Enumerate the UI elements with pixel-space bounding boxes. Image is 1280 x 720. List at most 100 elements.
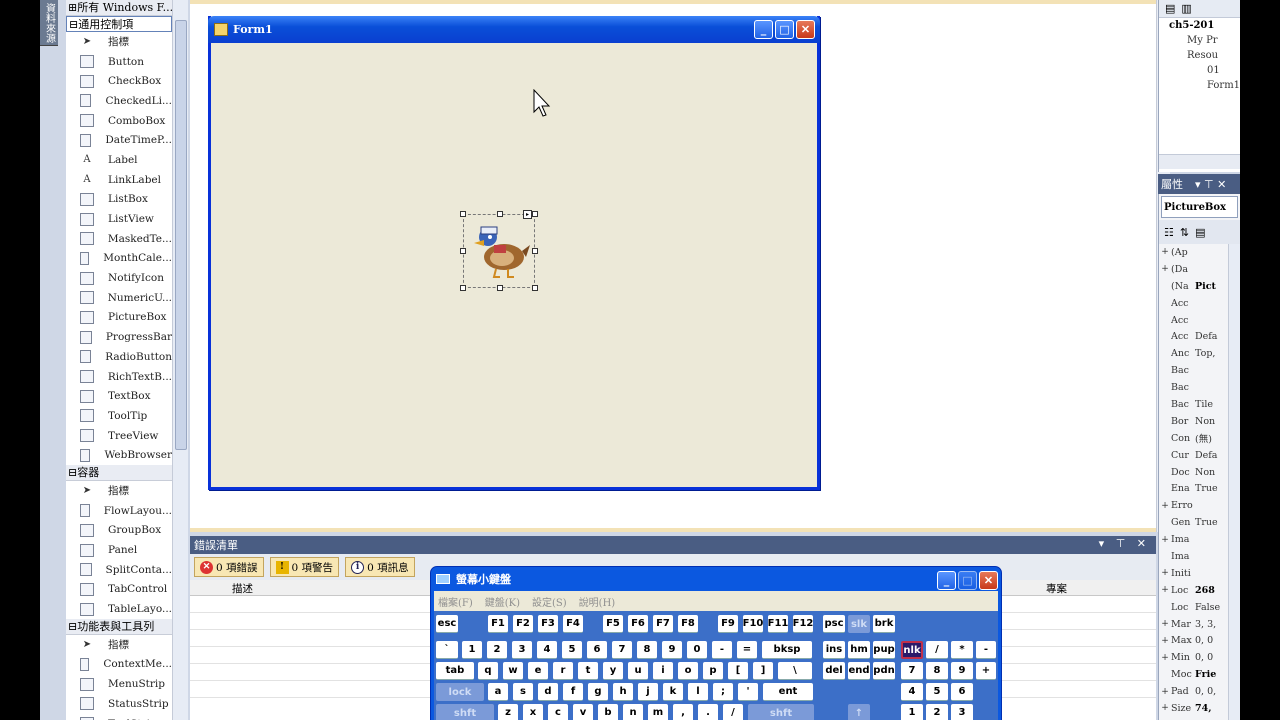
osk-key[interactable]: F12 (793, 615, 813, 633)
osk-key[interactable]: slk (848, 615, 870, 633)
expand-toggle[interactable]: + (1159, 568, 1171, 578)
expand-toggle[interactable]: + (1159, 535, 1171, 545)
osk-key[interactable]: 2 (926, 704, 948, 720)
form1-titlebar[interactable]: Form1 _ □ ✕ (208, 16, 820, 43)
data-sources-tab[interactable]: 資料來源 (40, 0, 58, 46)
warnings-filter-button[interactable]: ! 0 項警告 (269, 557, 340, 577)
osk-key[interactable]: f (563, 683, 583, 701)
expand-toggle[interactable]: + (1159, 703, 1171, 713)
osk-key[interactable]: v (573, 704, 593, 720)
toolbox-item[interactable]: ➤ 指標 (66, 635, 172, 655)
smart-tag-glyph[interactable]: ▸ (523, 210, 532, 219)
resize-handle-w[interactable] (460, 248, 466, 254)
toolbox-item[interactable]: WebBrowser (66, 445, 172, 465)
osk-key[interactable]: F8 (678, 615, 698, 633)
column-project[interactable]: 專案 (1046, 581, 1067, 596)
toolbox-item[interactable]: TableLayo... (66, 599, 172, 619)
osk-key[interactable]: F10 (743, 615, 763, 633)
osk-maximize-button[interactable]: □ (958, 571, 977, 590)
osk-key[interactable]: m (648, 704, 668, 720)
expand-toggle[interactable]: + (1159, 653, 1171, 663)
errors-filter-button[interactable]: ✕ 0 項錯誤 (194, 557, 264, 577)
osk-key[interactable]: brk (873, 615, 895, 633)
osk-key[interactable]: i (653, 662, 673, 680)
properties-scrollbar[interactable] (1228, 244, 1240, 720)
osk-key[interactable]: F9 (718, 615, 738, 633)
osk-key[interactable]: F3 (538, 615, 558, 633)
osk-key[interactable]: = (737, 641, 757, 659)
osk-key[interactable]: q (478, 662, 498, 680)
show-all-files-icon[interactable]: ▥ (1181, 2, 1191, 15)
toolbox-item[interactable]: CheckedLi... (66, 91, 172, 111)
on-screen-keyboard-window[interactable]: 螢幕小鍵盤 _ □ ✕ 檔案(F) 鍵盤(K) 設定(S) 說明(H) esc F… (430, 566, 1002, 720)
osk-key[interactable]: 8 (637, 641, 657, 659)
toolbox-item[interactable]: NotifyIcon (66, 268, 172, 288)
osk-key[interactable]: tab (436, 662, 474, 680)
osk-key[interactable]: pup (873, 641, 895, 659)
solution-hscrollbar[interactable] (1159, 154, 1240, 169)
osk-key[interactable]: * (951, 641, 973, 659)
osk-key[interactable]: h (613, 683, 633, 701)
osk-key[interactable]: end (848, 662, 870, 680)
osk-key[interactable]: o (678, 662, 698, 680)
toolbox-item[interactable]: ➤ 指標 (66, 32, 172, 52)
toolbox-scroll-thumb[interactable] (175, 20, 187, 450)
osk-key[interactable]: 3 (951, 704, 973, 720)
osk-key[interactable]: \ (778, 662, 812, 680)
osk-key[interactable]: z (498, 704, 518, 720)
osk-minimize-button[interactable]: _ (937, 571, 956, 590)
menu-file[interactable]: 檔案(F) (438, 594, 473, 609)
osk-key[interactable]: ; (713, 683, 733, 701)
expand-toggle[interactable]: + (1159, 247, 1171, 257)
osk-key[interactable]: 3 (512, 641, 532, 659)
osk-key[interactable]: F1 (488, 615, 508, 633)
osk-key[interactable]: 2 (487, 641, 507, 659)
osk-key[interactable]: 0 (687, 641, 707, 659)
osk-titlebar[interactable]: 螢幕小鍵盤 _ □ ✕ (431, 567, 1001, 591)
osk-key[interactable]: 9 (951, 662, 973, 680)
solution-myproject-node[interactable]: My Pr (1159, 33, 1240, 48)
minimize-button[interactable]: _ (754, 20, 773, 39)
osk-key[interactable]: 5 (926, 683, 948, 701)
toolbox-item[interactable]: A Label (66, 150, 172, 170)
osk-key[interactable]: 4 (537, 641, 557, 659)
properties-window-controls[interactable]: ▾ ⊤ ✕ (1195, 178, 1226, 191)
properties-toolbar-icon[interactable]: ▤ (1165, 2, 1175, 15)
osk-key[interactable]: del (823, 662, 845, 680)
osk-key[interactable]: y (603, 662, 623, 680)
toolbox-item[interactable]: TextBox (66, 386, 172, 406)
resize-handle-n[interactable] (497, 211, 503, 217)
toolbox-item[interactable]: StatusStrip (66, 694, 172, 714)
form1-window[interactable]: Form1 _ □ ✕ ▸ (208, 16, 820, 490)
expand-toggle[interactable]: + (1159, 585, 1171, 595)
picturebox-control[interactable]: ▸ (460, 210, 538, 291)
osk-key[interactable]: pdn (873, 662, 895, 680)
osk-key[interactable]: ` (436, 641, 458, 659)
osk-key[interactable]: F11 (768, 615, 788, 633)
osk-key[interactable]: w (503, 662, 523, 680)
osk-key[interactable]: 7 (901, 662, 923, 680)
toolbox-item[interactable]: Button (66, 52, 172, 72)
osk-key[interactable]: k (663, 683, 683, 701)
solution-resources-node[interactable]: Resou (1159, 48, 1240, 63)
osk-key[interactable]: psc (823, 615, 845, 633)
osk-key[interactable]: e (528, 662, 548, 680)
osk-key[interactable]: 1 (901, 704, 923, 720)
osk-key[interactable]: 6 (587, 641, 607, 659)
osk-key[interactable]: t (578, 662, 598, 680)
menu-keyboard[interactable]: 鍵盤(K) (485, 594, 520, 609)
toolbox-item[interactable]: ListBox (66, 190, 172, 210)
osk-key[interactable]: F6 (628, 615, 648, 633)
toolbox-item[interactable]: NumericU... (66, 288, 172, 308)
property-pages-icon[interactable]: ▤ (1195, 226, 1205, 239)
maximize-button[interactable]: □ (775, 20, 794, 39)
toolbox-item[interactable]: TreeView (66, 426, 172, 446)
osk-key[interactable]: ' (738, 683, 758, 701)
toolbox-item[interactable]: Panel (66, 540, 172, 560)
resize-handle-ne[interactable] (532, 211, 538, 217)
toolbox-item[interactable]: ListView (66, 209, 172, 229)
object-selector-combo[interactable]: PictureBox (1161, 196, 1238, 218)
category-common-controls[interactable]: ⊟通用控制項 (66, 16, 172, 32)
osk-key[interactable]: ↑ (848, 704, 870, 720)
expand-toggle[interactable]: + (1159, 264, 1171, 274)
